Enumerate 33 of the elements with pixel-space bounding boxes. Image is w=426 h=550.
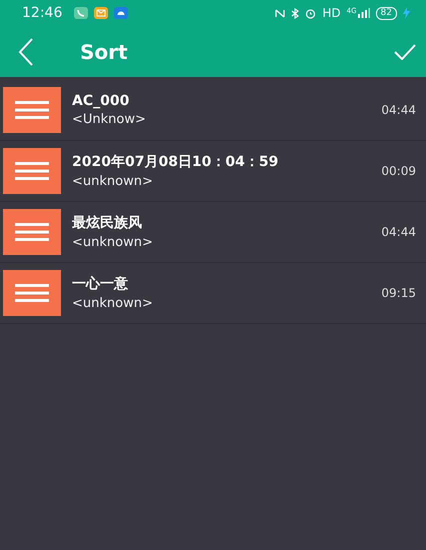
back-icon[interactable] bbox=[18, 38, 34, 66]
nfc-icon bbox=[275, 8, 286, 18]
track-duration: 04:44 bbox=[381, 225, 416, 239]
menu-icon bbox=[15, 223, 49, 241]
track-title: 2020年07月08日10：04：59 bbox=[72, 153, 280, 171]
charging-icon bbox=[403, 7, 410, 19]
drag-handle[interactable] bbox=[3, 148, 61, 194]
network-label: HD bbox=[322, 6, 341, 20]
track-artist: <unknown> bbox=[72, 296, 154, 311]
drag-handle[interactable] bbox=[3, 87, 61, 133]
check-icon[interactable] bbox=[394, 44, 416, 60]
track-artist: <unknown> bbox=[72, 235, 154, 250]
track-title: AC_000 bbox=[72, 93, 130, 109]
drag-handle[interactable] bbox=[3, 209, 61, 255]
phone-icon bbox=[74, 7, 88, 19]
menu-icon bbox=[15, 284, 49, 302]
track-title: 最炫民族风 bbox=[72, 214, 143, 232]
screen-title: Sort bbox=[80, 40, 129, 64]
track-title: 一心一意 bbox=[72, 275, 129, 293]
signal-icon bbox=[358, 8, 370, 18]
track-duration: 09:15 bbox=[381, 286, 416, 300]
track-artist: <Unknow> bbox=[72, 112, 147, 127]
drag-handle[interactable] bbox=[3, 270, 61, 316]
alarm-icon bbox=[305, 8, 316, 18]
bluetooth-icon bbox=[291, 8, 300, 18]
track-duration: 04:44 bbox=[381, 103, 416, 117]
mail-icon bbox=[94, 7, 108, 19]
menu-icon bbox=[15, 162, 49, 180]
menu-icon bbox=[15, 101, 49, 119]
status-time: 12:46 bbox=[22, 5, 62, 21]
track-duration: 00:09 bbox=[381, 164, 416, 178]
track-artist: <unknown> bbox=[72, 174, 154, 189]
battery-level: 82 bbox=[376, 6, 397, 20]
